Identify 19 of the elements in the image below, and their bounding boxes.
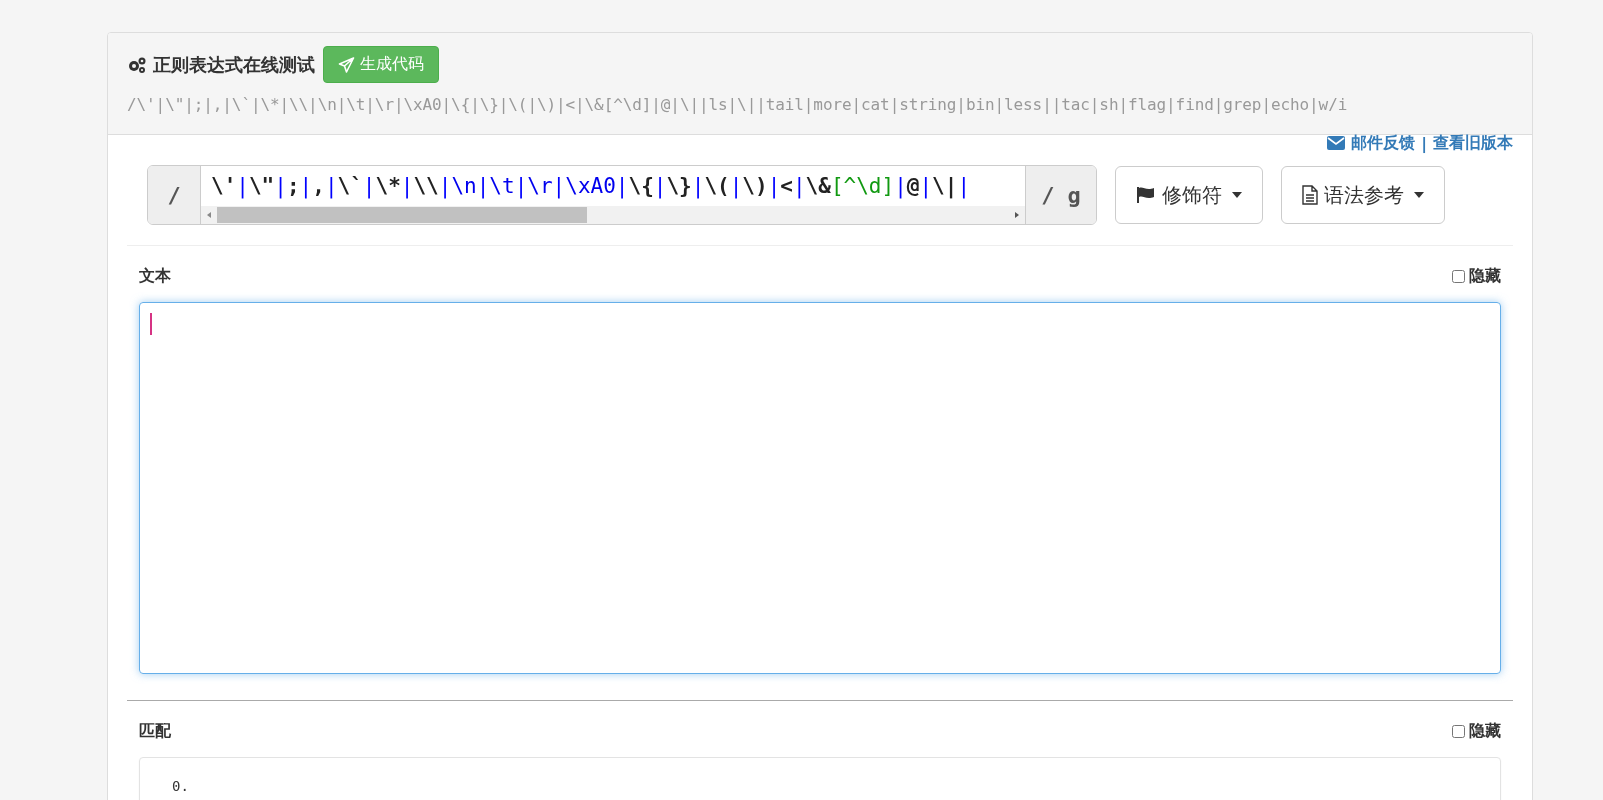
document-icon <box>1302 185 1318 205</box>
match-result: 0. <box>172 778 190 794</box>
flag-icon <box>1136 186 1156 204</box>
hide-checkbox[interactable] <box>1452 724 1465 738</box>
regex-summary: /\'|\"|;|,|\`|\*|\\|\n|\t|\r|\xA0|\{|\}|\(|\)|<|\&[^\d]|@|\||ls|\||tail|more|cat|string|bin|less||tac|sh|flag|find|grep|echo|w/i <box>127 95 1349 114</box>
link-separator: | <box>1421 133 1427 153</box>
text-label: 文本 <box>139 265 171 287</box>
old-version-link[interactable]: 查看旧版本 <box>1433 132 1513 154</box>
hide-label: 隐藏 <box>1469 265 1501 287</box>
text-input-area[interactable] <box>139 302 1501 674</box>
feedback-link[interactable]: 邮件反馈 <box>1351 132 1416 154</box>
syntax-reference-dropdown[interactable]: 语法参考 <box>1281 166 1445 224</box>
hide-checkbox[interactable] <box>1452 269 1465 283</box>
hide-label: 隐藏 <box>1469 720 1501 742</box>
gears-icon <box>127 55 147 74</box>
paper-plane-icon <box>338 56 355 73</box>
modifier-dropdown[interactable]: 修饰符 <box>1115 166 1263 224</box>
match-label: 匹配 <box>139 720 171 742</box>
page-title: 正则表达式在线测试 <box>153 52 315 77</box>
